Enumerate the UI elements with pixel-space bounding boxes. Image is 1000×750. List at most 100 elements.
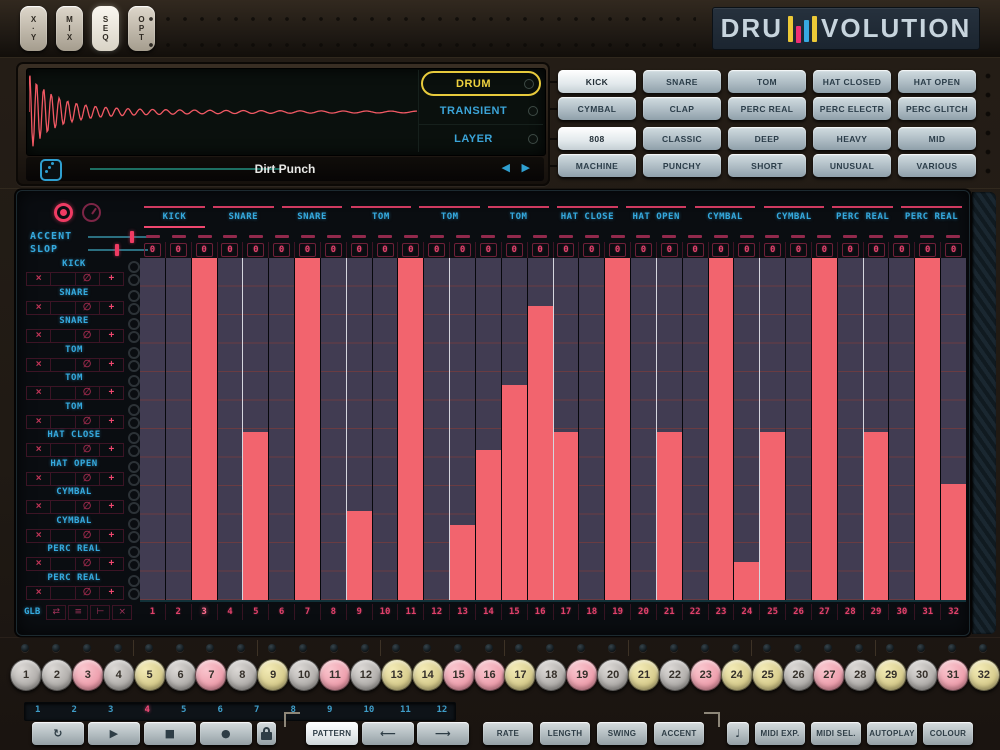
grid-step-4[interactable] xyxy=(218,258,244,600)
category-button-heavy[interactable]: HEAVY xyxy=(813,127,891,150)
list-icon[interactable]: ≡ xyxy=(68,605,88,620)
accent-dash-cell[interactable] xyxy=(269,233,295,239)
tab-drum[interactable]: DRUM xyxy=(421,71,541,96)
pattern-number-9[interactable]: 9 xyxy=(327,705,332,715)
grid-step-24[interactable] xyxy=(734,258,760,600)
category-button-various[interactable]: VARIOUS xyxy=(898,154,976,177)
accent-dash-cell[interactable] xyxy=(734,233,760,239)
track-name[interactable]: TOM xyxy=(24,402,124,412)
step-button-10[interactable]: 10 xyxy=(288,659,320,691)
track-state-ring-icon[interactable] xyxy=(128,588,140,600)
delete-icon[interactable]: × xyxy=(27,302,50,314)
delete-icon[interactable]: × xyxy=(27,501,50,513)
step-button-26[interactable]: 26 xyxy=(783,659,815,691)
accent-dash-cell[interactable] xyxy=(811,233,837,239)
velocity-bar[interactable] xyxy=(941,484,966,600)
category-button-perc-glitch[interactable]: PERC GLITCH xyxy=(898,97,976,120)
velocity-bar[interactable] xyxy=(734,562,759,600)
track-state-ring-icon[interactable] xyxy=(128,445,140,457)
delete-icon[interactable]: × xyxy=(27,359,50,371)
nav-button-mix[interactable]: MIX xyxy=(56,6,83,51)
accent-dash-cell[interactable] xyxy=(321,233,347,239)
accent-dash-cell[interactable] xyxy=(785,233,811,239)
slop-cell[interactable]: 0 xyxy=(785,242,811,258)
grid-step-10[interactable] xyxy=(373,258,399,600)
grid-step-22[interactable] xyxy=(683,258,709,600)
grid-step-21[interactable] xyxy=(657,258,683,600)
accent-button[interactable]: ACCENT xyxy=(654,722,704,745)
pattern-number-3[interactable]: 3 xyxy=(108,705,113,715)
mute-icon[interactable]: ∅ xyxy=(75,302,99,314)
grid-step-27[interactable] xyxy=(812,258,838,600)
grid-step-5[interactable] xyxy=(243,258,269,600)
track-state-ring-icon[interactable] xyxy=(128,404,140,416)
accent-dash-cell[interactable] xyxy=(553,233,579,239)
delete-icon[interactable]: × xyxy=(27,387,50,399)
column-header-9[interactable]: CYMBAL xyxy=(759,206,828,228)
accent-dash-cell[interactable] xyxy=(243,233,269,239)
delete-icon[interactable]: × xyxy=(27,273,50,285)
track-name[interactable]: CYMBAL xyxy=(24,516,124,526)
empty-cell[interactable] xyxy=(50,273,74,285)
slop-cell[interactable]: 0 xyxy=(630,242,656,258)
accent-dash-cell[interactable] xyxy=(914,233,940,239)
note-button[interactable]: ♩ xyxy=(727,722,749,745)
slop-cell[interactable]: 0 xyxy=(578,242,604,258)
accent-dash-cell[interactable] xyxy=(295,233,321,239)
accent-dash-cell[interactable] xyxy=(605,233,631,239)
empty-cell[interactable] xyxy=(50,530,74,542)
category-button-unusual[interactable]: UNUSUAL xyxy=(813,154,891,177)
add-icon[interactable]: + xyxy=(99,444,123,456)
track-state-ring-icon[interactable] xyxy=(128,531,140,543)
grid-step-15[interactable] xyxy=(502,258,528,600)
track-state-ring-icon[interactable] xyxy=(128,318,140,330)
empty-cell[interactable] xyxy=(50,444,74,456)
rate-button[interactable]: RATE xyxy=(483,722,533,745)
nav-button-seq[interactable]: SEQ xyxy=(92,6,119,51)
add-icon[interactable]: + xyxy=(99,501,123,513)
accent-dash-cell[interactable] xyxy=(837,233,863,239)
velocity-bar[interactable] xyxy=(605,258,630,600)
pattern-button[interactable]: PATTERN xyxy=(306,722,358,745)
category-button-machine[interactable]: MACHINE xyxy=(558,154,636,177)
accent-dash-cell[interactable] xyxy=(656,233,682,239)
category-button-clap[interactable]: CLAP xyxy=(643,97,721,120)
track-name[interactable]: CYMBAL xyxy=(24,487,124,497)
loop-button[interactable]: ↻ xyxy=(32,722,84,745)
play-button[interactable]: ▶ xyxy=(88,722,140,745)
category-button-tom[interactable]: TOM xyxy=(728,70,806,93)
accent-slider[interactable] xyxy=(88,236,148,238)
accent-dash-cell[interactable] xyxy=(630,233,656,239)
mute-icon[interactable]: ∅ xyxy=(75,387,99,399)
step-button-6[interactable]: 6 xyxy=(165,659,197,691)
step-button-29[interactable]: 29 xyxy=(875,659,907,691)
pattern-ruler[interactable]: 123456789101112 xyxy=(24,702,456,721)
grid-step-11[interactable] xyxy=(398,258,424,600)
step-button-1[interactable]: 1 xyxy=(10,659,42,691)
step-button-3[interactable]: 3 xyxy=(72,659,104,691)
pattern-number-6[interactable]: 6 xyxy=(218,705,223,715)
velocity-bar[interactable] xyxy=(657,432,682,600)
accent-dash-cell[interactable] xyxy=(450,233,476,239)
accent-dash-cell[interactable] xyxy=(398,233,424,239)
grid-step-3[interactable] xyxy=(192,258,218,600)
step-button-19[interactable]: 19 xyxy=(566,659,598,691)
grid-step-26[interactable] xyxy=(786,258,812,600)
category-button-classic[interactable]: CLASSIC xyxy=(643,127,721,150)
grid-step-2[interactable] xyxy=(166,258,192,600)
column-header-10[interactable]: PERC REAL xyxy=(828,206,897,228)
track-state-ring-icon[interactable] xyxy=(128,375,140,387)
slop-cell[interactable]: 0 xyxy=(217,242,243,258)
accent-dash-cell[interactable] xyxy=(217,233,243,239)
track-name[interactable]: HAT OPEN xyxy=(24,459,124,469)
accent-dash-cell[interactable] xyxy=(476,233,502,239)
step-button-20[interactable]: 20 xyxy=(597,659,629,691)
grid-step-20[interactable] xyxy=(631,258,657,600)
track-state-ring-icon[interactable] xyxy=(128,432,140,444)
step-button-28[interactable]: 28 xyxy=(844,659,876,691)
nav-button-xy[interactable]: X·Y xyxy=(20,6,47,51)
velocity-bar[interactable] xyxy=(760,432,785,600)
slop-cell[interactable]: 0 xyxy=(656,242,682,258)
add-icon[interactable]: + xyxy=(99,359,123,371)
slop-cell[interactable]: 0 xyxy=(320,242,346,258)
